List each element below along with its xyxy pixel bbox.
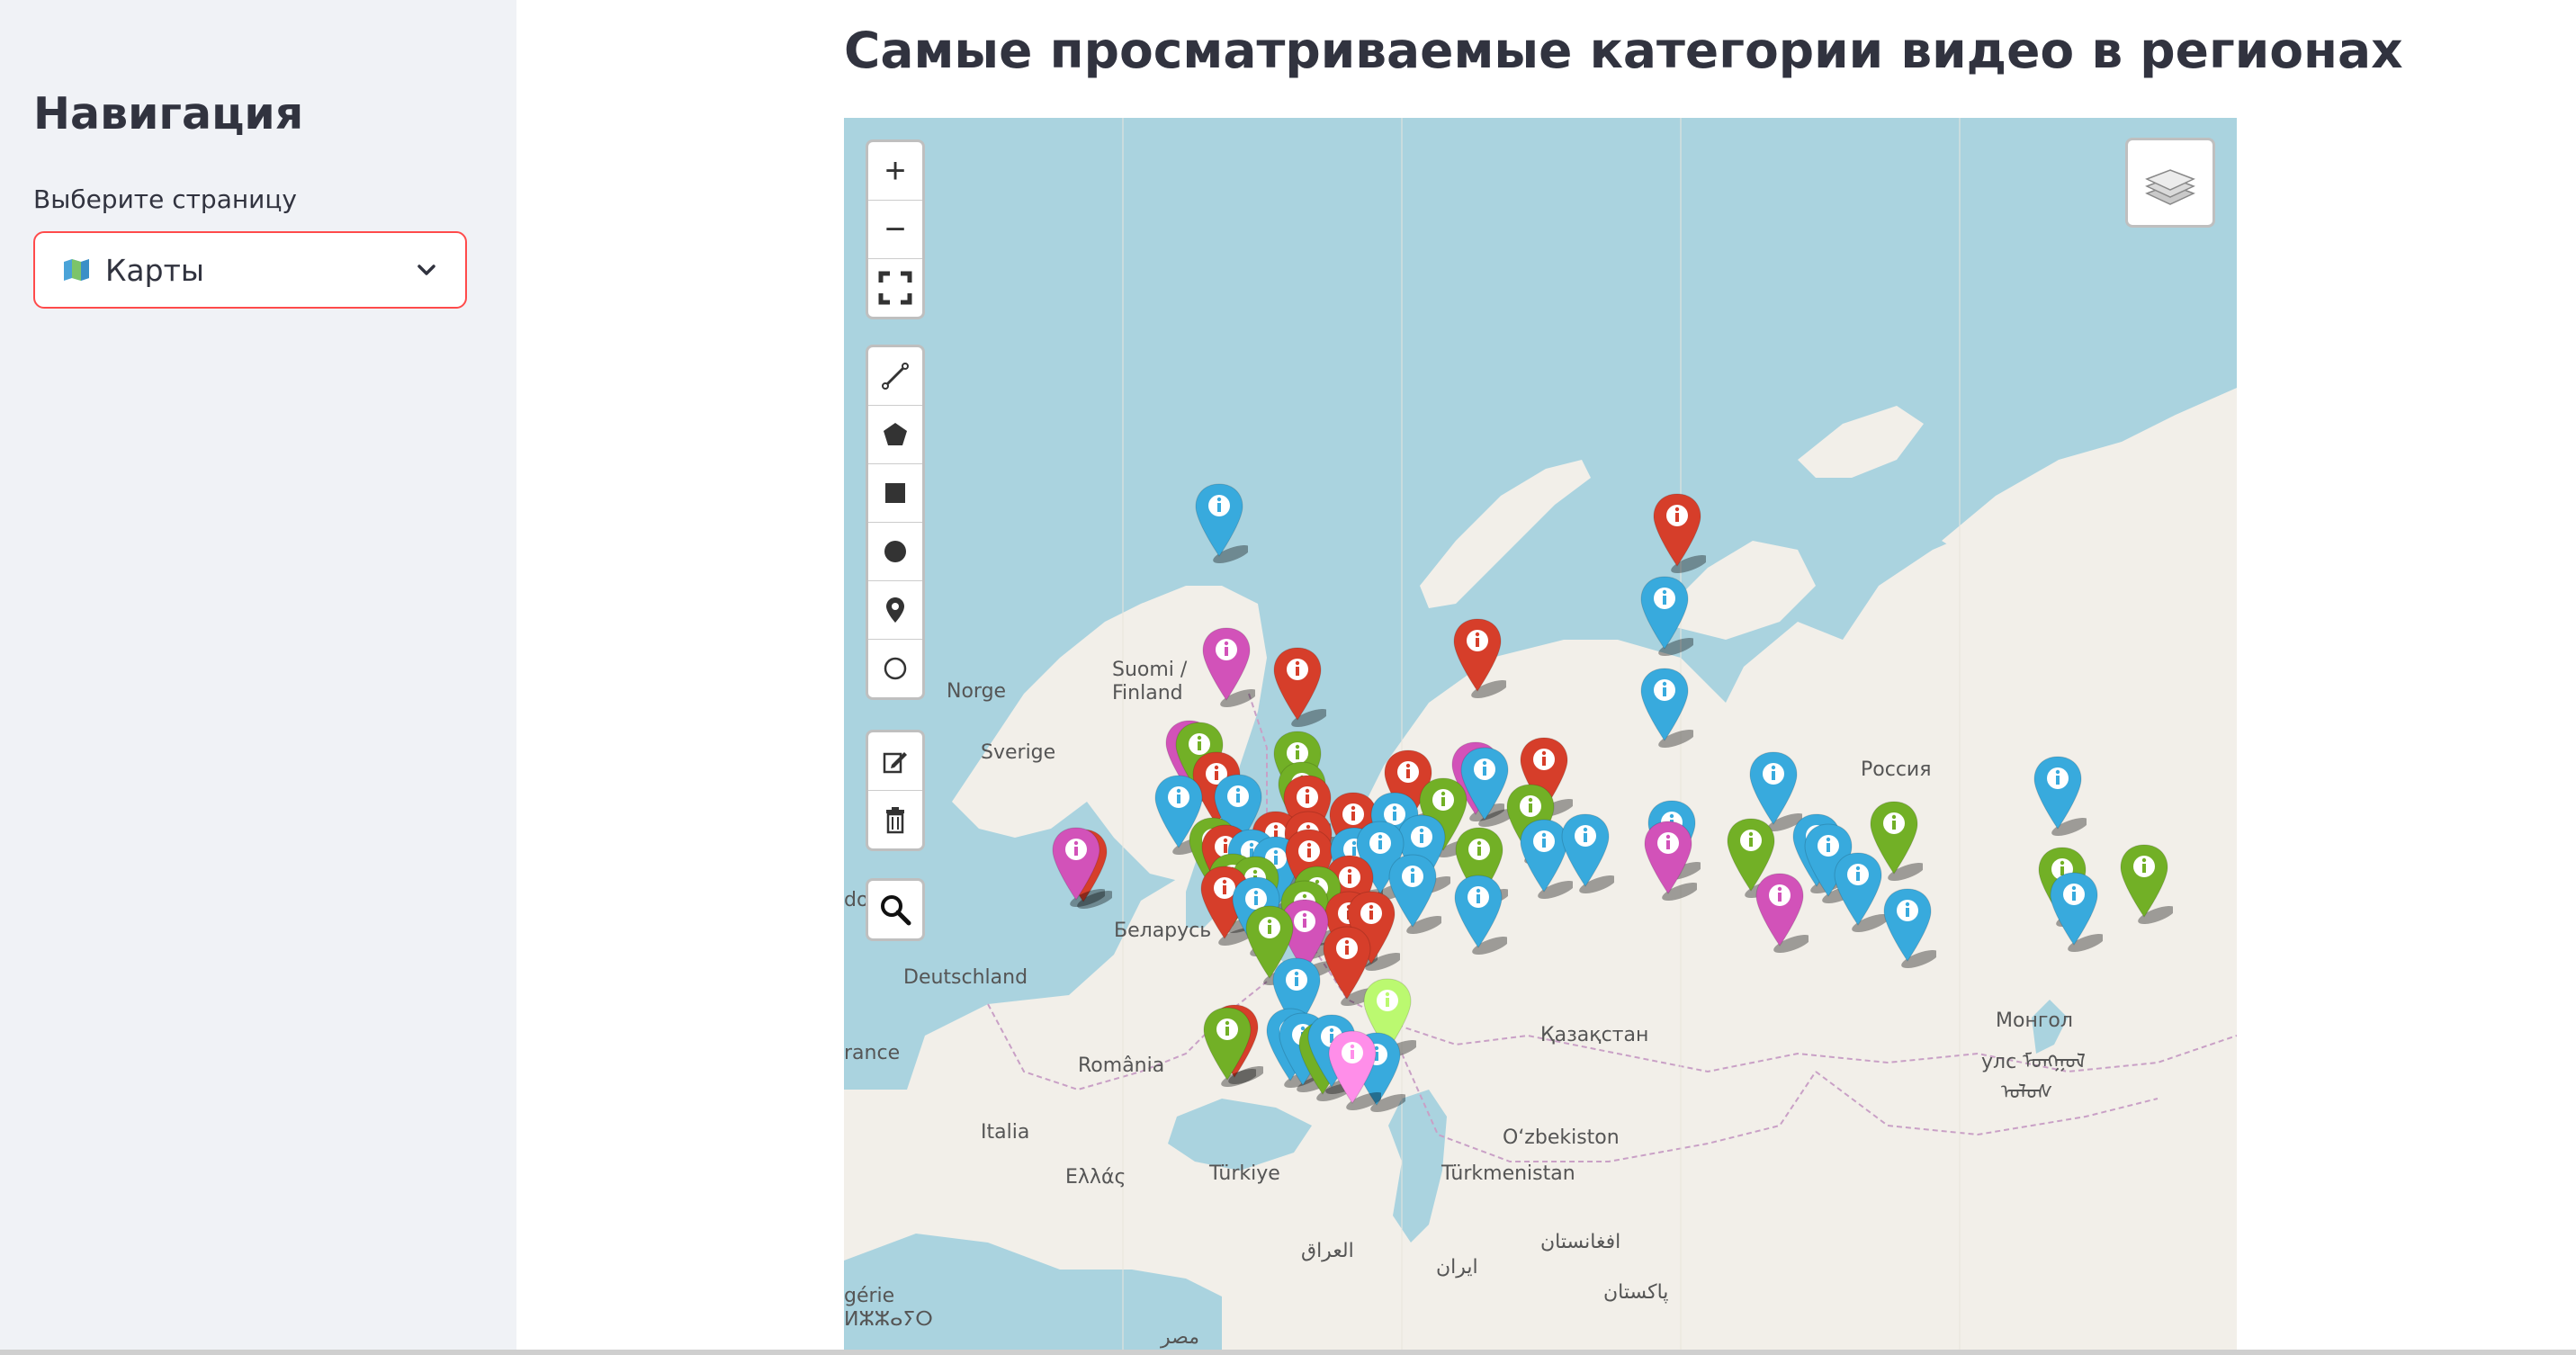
land-novaya-zemlya: [1420, 460, 1591, 608]
sidebar-title: Навигация: [33, 88, 304, 139]
polyline-icon: [882, 363, 909, 390]
map-label-deutschland: Deutschland: [903, 966, 1028, 989]
map-label-kazakhstan: Қазақстан: [1540, 1024, 1649, 1046]
map-marker-blue[interactable]: [1557, 811, 1617, 893]
bottom-divider: [0, 1350, 2576, 1355]
edit-icon: [883, 752, 907, 774]
delete-layers-button[interactable]: [868, 791, 922, 848]
draw-marker-button[interactable]: [868, 581, 922, 640]
circle-filled-icon: [884, 541, 906, 562]
layers-button[interactable]: [2125, 138, 2215, 228]
draw-polyline-button[interactable]: [868, 347, 922, 406]
edit-layers-button[interactable]: [868, 732, 922, 791]
page-select[interactable]: Карты: [33, 231, 467, 309]
land-north-islands: [1798, 406, 1924, 478]
search-controls: [866, 878, 925, 941]
map-label-algerie: gérie: [844, 1285, 895, 1307]
map-marker-red[interactable]: [1269, 644, 1329, 727]
map-label-rossiya: Россия: [1861, 758, 1932, 781]
map-label-finland: Finland: [1112, 682, 1183, 704]
map-icon: [64, 259, 89, 281]
zoom-in-button[interactable]: +: [868, 142, 922, 201]
map-label-romania: România: [1078, 1054, 1165, 1077]
map-marker-blue[interactable]: [1636, 573, 1696, 656]
map-label-mongol: Монгол: [1996, 1010, 2073, 1032]
map-label-france: rance: [844, 1042, 901, 1064]
page-select-label: Выберите страницу: [33, 184, 297, 214]
map-label-ellas: Ελλάς: [1065, 1166, 1126, 1189]
map-container[interactable]: Norge Suomi / Finland Sverige Беларусь D…: [844, 118, 2237, 1355]
map-label-misr: مصر: [1161, 1326, 1200, 1349]
edit-controls: [866, 730, 925, 851]
search-button[interactable]: [868, 881, 922, 938]
fullscreen-icon: [878, 271, 912, 305]
map-label-afghanistan: افغانستان: [1540, 1231, 1621, 1253]
zoom-controls: + −: [866, 139, 925, 319]
layers-icon: [2145, 169, 2195, 205]
polygon-icon: [884, 423, 907, 445]
map-label-norge: Norge: [947, 680, 1007, 703]
map-marker-blue[interactable]: [2045, 869, 2105, 952]
map-marker-purple[interactable]: [1751, 870, 1811, 953]
map-marker-purple[interactable]: [1198, 624, 1258, 707]
rectangle-icon: [885, 483, 905, 503]
map-marker-green[interactable]: [1198, 1004, 1259, 1087]
map-marker-red[interactable]: [1449, 615, 1509, 698]
map-marker-blue[interactable]: [1879, 885, 1939, 968]
map-label-suomi: Suomi /: [1112, 659, 1188, 681]
map-label-iraq: العراق: [1301, 1240, 1354, 1262]
chevron-down-icon: [417, 265, 435, 275]
search-icon: [881, 895, 911, 926]
map-marker-purple[interactable]: [1639, 818, 1700, 901]
sidebar: Навигация Выберите страницу Карты: [0, 0, 516, 1355]
map-label-sverige: Sverige: [981, 741, 1056, 764]
map-label-turkmenistan: Türkmenistan: [1441, 1162, 1575, 1185]
draw-controls: [866, 345, 925, 700]
map-marker-blue[interactable]: [2029, 753, 2089, 836]
map-label-turkiye: Türkiye: [1209, 1162, 1280, 1185]
page-title: Самые просматриваемые категории видео в …: [844, 22, 2403, 79]
map-label-mongol-3: ᠤᠯᠤᠰ: [2001, 1081, 2053, 1104]
page-select-value: Карты: [105, 253, 204, 288]
draw-circlemarker-button[interactable]: [868, 640, 922, 697]
map-label-algerie-2: ⵍⵣⵣⴰⵢⵔ: [844, 1308, 933, 1331]
map-label-iran: ایران: [1436, 1256, 1478, 1279]
map-label-pakistan: پاکستان: [1603, 1281, 1669, 1304]
map-marker-blue[interactable]: [1190, 480, 1251, 563]
draw-circle-button[interactable]: [868, 523, 922, 581]
map-label-italia: Italia: [981, 1121, 1030, 1144]
map-label-ozbekiston: O‘zbekiston: [1503, 1126, 1620, 1149]
map-marker-blue[interactable]: [1450, 872, 1510, 955]
map-marker-purple[interactable]: [1047, 824, 1108, 907]
trash-icon: [886, 807, 904, 834]
map-marker-blue[interactable]: [1636, 665, 1696, 748]
zoom-out-button[interactable]: −: [868, 201, 922, 259]
map-marker-red[interactable]: [1648, 490, 1709, 573]
marker-icon: [886, 597, 904, 623]
map-marker-pink[interactable]: [1324, 1027, 1384, 1110]
map-marker-green[interactable]: [2115, 841, 2176, 924]
fullscreen-button[interactable]: [868, 259, 922, 317]
map-label-mongol-2: улс ᠮᠣᠩᠭᠣᠯ: [1981, 1051, 2086, 1073]
draw-polygon-button[interactable]: [868, 406, 922, 464]
draw-rectangle-button[interactable]: [868, 464, 922, 523]
circle-outline-icon: [884, 657, 907, 680]
